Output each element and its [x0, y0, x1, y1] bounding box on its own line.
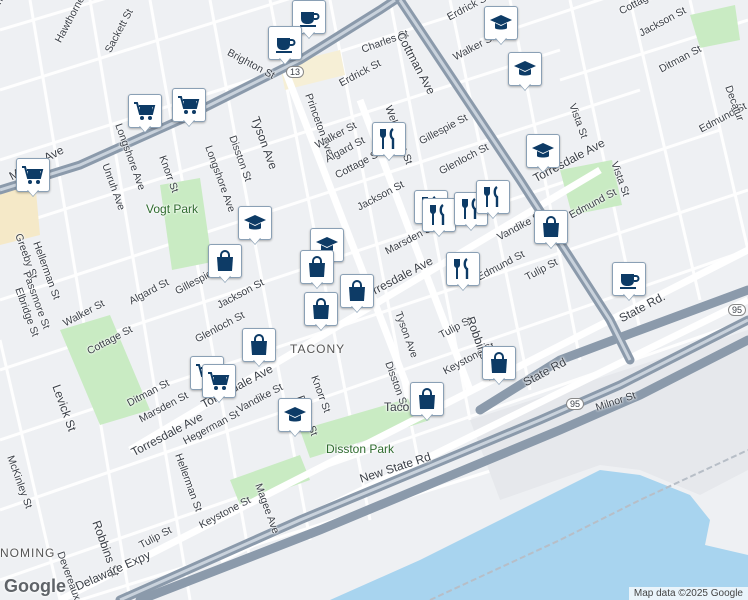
restaurant-icon	[454, 258, 469, 279]
poi-pin-coffee[interactable]	[612, 262, 646, 302]
poi-pin-school[interactable]	[238, 206, 272, 246]
school-icon	[244, 215, 266, 230]
bag-icon	[313, 298, 329, 319]
school-icon	[490, 15, 512, 30]
poi-pin-cart[interactable]	[172, 88, 206, 128]
poi-pin-school[interactable]	[484, 6, 518, 46]
poi-pin-bag[interactable]	[300, 250, 334, 290]
poi-pin-bag[interactable]	[340, 274, 374, 314]
park-label: Vogt Park	[146, 202, 199, 216]
google-logo: Google	[4, 576, 66, 596]
neighborhood-label: TACONY	[290, 342, 346, 356]
poi-pin-bag[interactable]	[304, 292, 338, 332]
bag-icon	[543, 216, 559, 237]
poi-pin-cart[interactable]	[128, 94, 162, 134]
highway-shield: 95	[566, 398, 585, 410]
poi-pin-bag[interactable]	[208, 244, 242, 284]
coffee-icon	[620, 274, 640, 289]
poi-pin-bag[interactable]	[410, 382, 444, 422]
school-icon	[284, 407, 306, 422]
poi-pin-cart[interactable]	[202, 364, 236, 404]
poi-pin-restaurant[interactable]	[446, 252, 480, 292]
poi-pin-coffee[interactable]	[268, 26, 302, 66]
poi-pin-bag[interactable]	[242, 328, 276, 368]
bag-icon	[217, 250, 233, 271]
poi-pin-restaurant[interactable]	[476, 180, 510, 220]
bag-icon	[251, 334, 267, 355]
restaurant-icon	[484, 186, 499, 207]
school-icon	[532, 143, 554, 158]
highway-shield: 95	[728, 304, 747, 316]
poi-pin-restaurant[interactable]	[372, 122, 406, 162]
bag-icon	[419, 388, 435, 409]
poi-pin-restaurant[interactable]	[422, 198, 456, 238]
poi-pin-bag[interactable]	[534, 210, 568, 250]
restaurant-icon	[430, 204, 445, 225]
bag-icon	[349, 280, 365, 301]
map-canvas[interactable]: Glenview St Hawthorne St Sackett St Brig…	[0, 0, 748, 600]
restaurant-icon	[380, 128, 395, 149]
park-label: Disston Park	[326, 442, 395, 456]
map-attribution: Map data ©2025 Google	[628, 587, 748, 600]
bag-icon	[491, 352, 507, 373]
poi-pin-bag[interactable]	[482, 346, 516, 386]
cart-icon	[134, 102, 156, 120]
poi-pin-school[interactable]	[526, 134, 560, 174]
poi-pin-school[interactable]	[508, 52, 542, 92]
neighborhood-label: NOMING	[0, 546, 56, 560]
coffee-icon	[276, 38, 296, 53]
cart-icon	[178, 96, 200, 114]
cart-icon	[22, 166, 44, 184]
bag-icon	[309, 256, 325, 277]
school-icon	[514, 61, 536, 76]
cart-icon	[208, 372, 230, 390]
poi-pin-cart[interactable]	[16, 158, 50, 198]
poi-pin-school[interactable]	[278, 398, 312, 438]
highway-shield: 13	[286, 66, 305, 78]
